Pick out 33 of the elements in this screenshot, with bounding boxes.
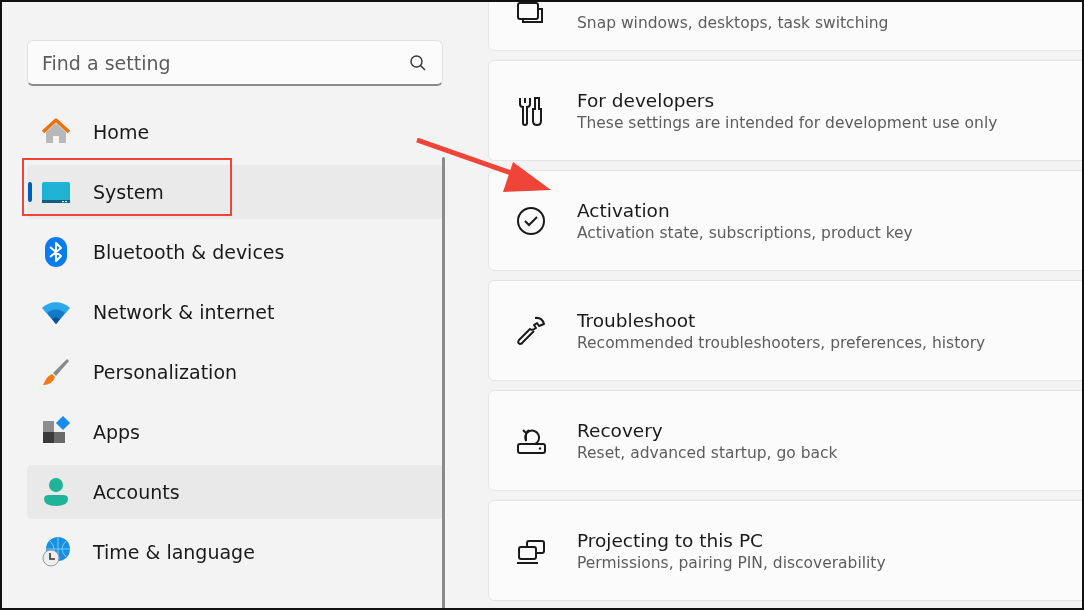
paintbrush-icon [40,356,72,388]
card-title: Recovery [577,419,664,441]
card-description: Snap windows, desktops, task switching [577,14,889,32]
sidebar-item[interactable]: Network & internet [27,285,445,339]
settings-card[interactable]: Activation Activation state, subscriptions, product key [488,170,1082,271]
sidebar-item[interactable]: Apps [27,405,445,459]
settings-card[interactable]: Projecting to this PC Permissions, pairing PIN, discoverability [488,500,1082,601]
settings-card[interactable]: For developers These settings are intended for development use only [488,60,1082,161]
scrollbar[interactable] [442,157,445,608]
settings-card[interactable]: Troubleshoot Recommended troubleshooters, preferences, history [488,280,1082,381]
settings-card[interactable]: Snap windows, desktops, task switching [488,2,1082,51]
selection-indicator [28,182,32,202]
checkmark-circle-icon [515,204,547,237]
sidebar-item[interactable]: Home [27,105,445,159]
card-description: Reset, advanced startup, go back [577,443,838,462]
card-description: Permissions, pairing PIN, discoverability [577,553,886,572]
card-title: Troubleshoot [577,309,697,331]
card-title: Projecting to this PC [577,529,764,551]
sidebar-item[interactable]: System [27,165,445,219]
card-description: Activation state, subscriptions, product key [577,223,913,242]
globe-clock-icon [40,536,72,568]
sidebar-item[interactable]: Personalization [27,345,445,399]
sidebar-item[interactable]: Time & language [27,525,445,579]
search-field[interactable]: Find a setting [27,40,443,86]
sidebar-item[interactable]: Bluetooth & devices [27,225,445,279]
card-description: These settings are intended for development use only [577,113,998,132]
settings-card[interactable]: Recovery Reset, advanced startup, go back [488,390,1082,491]
card-title: Activation [577,199,671,221]
card-description: Recommended troubleshooters, preferences, history [577,333,986,352]
sidebar-item[interactable]: Accounts [27,465,445,519]
card-title: For developers [577,89,716,111]
search-icon [409,54,427,72]
wrench-icon [515,314,547,347]
